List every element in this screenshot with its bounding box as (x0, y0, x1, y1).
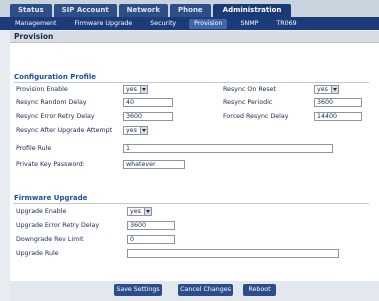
upgrade-enable-label: Upgrade Enable (16, 208, 67, 215)
subtab-management[interactable]: Management (10, 19, 61, 29)
private-key-password-input[interactable] (123, 160, 185, 169)
provision-enable-label: Provision Enable (16, 86, 68, 93)
profile-rule-input[interactable] (123, 144, 333, 153)
resync-after-upgrade-label: Resync After Upgrade Attempt (16, 127, 113, 134)
downgrade-rev-limit-label: Downgrade Rev Limit (16, 236, 84, 243)
tab-administration[interactable]: Administration (212, 4, 292, 17)
profile-rule-label: Profile Rule (16, 145, 52, 152)
tab-phone[interactable]: Phone (170, 4, 211, 17)
tab-sip-account[interactable]: SIP Account (53, 4, 117, 17)
upgrade-rule-input[interactable] (127, 249, 339, 258)
tab-status[interactable]: Status (10, 4, 52, 17)
firmware-upgrade-divider (14, 203, 369, 204)
reboot-button[interactable]: Reboot (243, 284, 276, 296)
provision-panel: Provision Configuration Profile Provisio… (10, 31, 379, 301)
upgrade-error-retry-delay-label: Upgrade Error Retry Delay (16, 222, 100, 229)
resync-periodic-input[interactable] (314, 98, 362, 107)
chevron-down-icon (144, 208, 151, 215)
resync-random-delay-input[interactable] (123, 98, 173, 107)
chevron-down-icon (140, 86, 147, 93)
upgrade-error-retry-delay-input[interactable] (127, 221, 175, 230)
upgrade-enable-select[interactable]: yes (127, 207, 152, 216)
resync-after-upgrade-select[interactable]: yes (123, 126, 148, 135)
config-profile-divider (14, 82, 369, 83)
firmware-upgrade-heading: Firmware Upgrade (14, 194, 88, 202)
subtab-security[interactable]: Security (145, 19, 181, 29)
forced-resync-delay-input[interactable] (314, 112, 362, 121)
top-tab-bar: Status SIP Account Network Phone Adminis… (0, 0, 379, 17)
subtab-tr069[interactable]: TR069 (271, 19, 301, 29)
resync-error-retry-delay-input[interactable] (123, 112, 173, 121)
config-profile-heading: Configuration Profile (14, 73, 96, 81)
save-settings-button[interactable]: Save Settings (114, 284, 162, 296)
chevron-down-icon (140, 127, 147, 134)
private-key-password-label: Private Key Password: (16, 161, 85, 168)
chevron-down-icon (331, 86, 338, 93)
resync-random-delay-label: Resync Random Delay (16, 99, 87, 106)
downgrade-rev-limit-input[interactable] (127, 235, 175, 244)
cancel-changes-button[interactable]: Cancel Changes (178, 284, 233, 296)
resync-on-reset-select[interactable]: yes (314, 85, 339, 94)
subtab-firmware-upgrade[interactable]: Firmware Upgrade (69, 19, 137, 29)
tab-network[interactable]: Network (118, 4, 169, 17)
forced-resync-delay-label: Forced Resync Delay (223, 113, 289, 120)
subtab-provision[interactable]: Provision (189, 18, 228, 29)
sub-tab-bar: Management Firmware Upgrade Security Pro… (0, 17, 379, 30)
resync-on-reset-label: Resync On Reset (223, 86, 276, 93)
resync-periodic-label: Resync Periodic (223, 99, 273, 106)
subtab-snmp[interactable]: SNMP (235, 19, 263, 29)
page-title: Provision (10, 31, 379, 43)
provision-enable-select[interactable]: yes (123, 85, 148, 94)
upgrade-rule-label: Upgrade Rule (16, 250, 59, 257)
resync-error-retry-delay-label: Resync Error Retry Delay (16, 113, 95, 120)
